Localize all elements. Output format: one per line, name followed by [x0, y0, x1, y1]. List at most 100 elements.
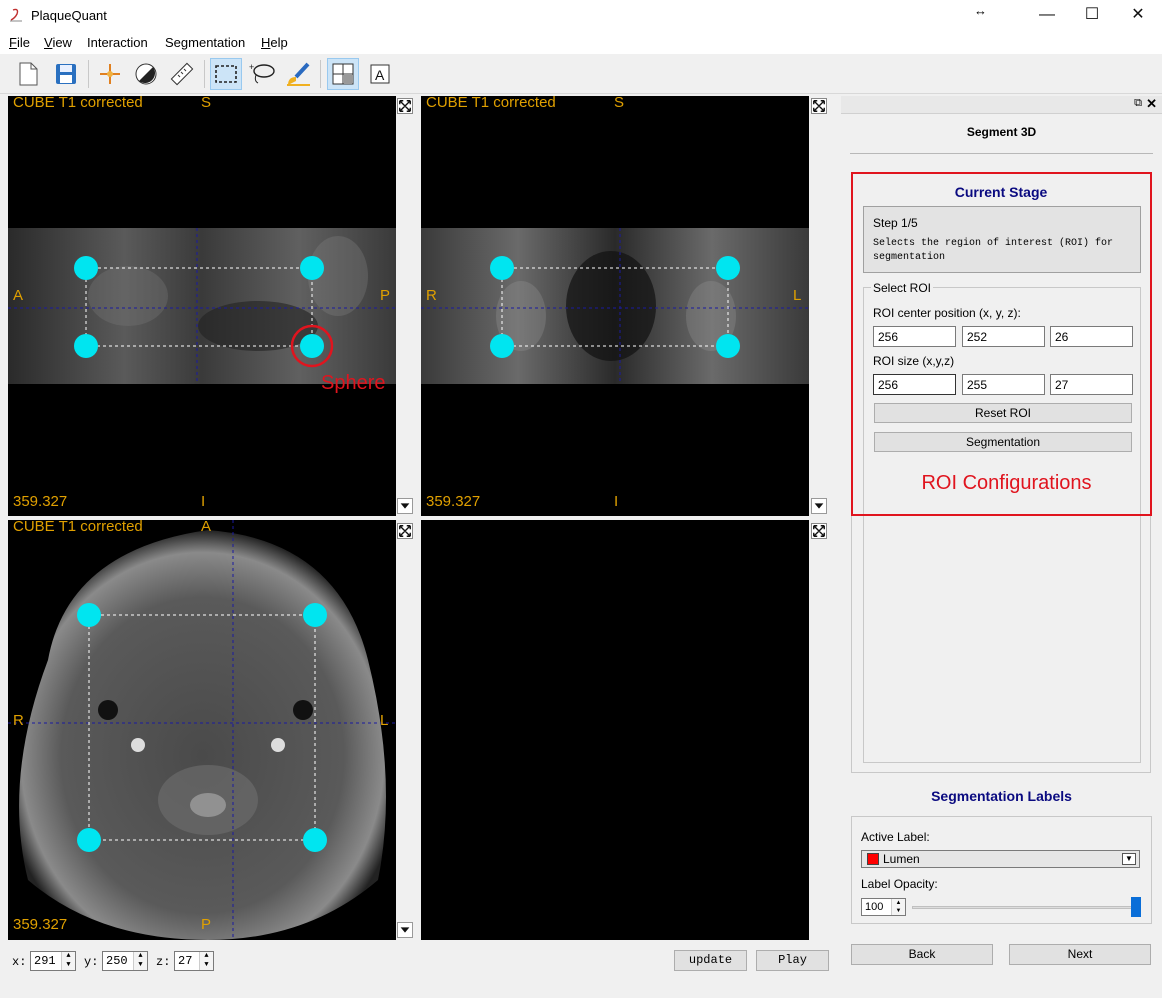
menu-view[interactable]: View [44, 35, 72, 50]
x-label: x: [12, 955, 27, 969]
back-button[interactable]: Back [851, 944, 993, 965]
panel-title: Segment 3D [966, 125, 1037, 139]
roi-handle[interactable] [77, 828, 101, 852]
float-panel-icon[interactable]: ⧉ [1134, 97, 1142, 110]
opacity-slider-handle[interactable] [1131, 897, 1141, 917]
chevron-down-icon[interactable] [811, 498, 827, 514]
z-value: 27 [178, 954, 193, 968]
segmentation-labels-heading: Segmentation Labels [931, 788, 1072, 804]
viewport-series-name: CUBE T1 corrected [13, 96, 143, 111]
toolbar: + A [0, 54, 1162, 94]
maximize-button[interactable]: ☐ [1069, 3, 1115, 29]
spin-arrows-icon[interactable]: ▲ ▼ [891, 899, 905, 915]
chevron-down-icon[interactable] [397, 498, 413, 514]
roi-handle[interactable] [300, 256, 324, 280]
label-color-swatch [867, 853, 879, 865]
contour-icon[interactable]: + [246, 58, 278, 90]
toolbar-separator [204, 60, 205, 88]
save-icon[interactable] [50, 58, 82, 90]
roi-handle[interactable] [716, 256, 740, 280]
y-value: 250 [106, 954, 128, 968]
navigation-icon[interactable] [94, 58, 126, 90]
active-label-select[interactable]: Lumen ▼ [861, 850, 1140, 868]
opacity-value: 100 [865, 901, 884, 913]
roi-handle[interactable] [74, 334, 98, 358]
axial-image [8, 520, 396, 940]
roi-handle[interactable] [300, 334, 324, 358]
spin-arrows-icon[interactable]: ▲ ▼ [61, 952, 75, 970]
roi-handle[interactable] [490, 334, 514, 358]
title-bar: PlaqueQuant ↔ — ☐ ✕ [0, 0, 1162, 32]
chevron-down-icon[interactable]: ▼ [1122, 853, 1136, 865]
orientation-bottom: I [614, 493, 619, 510]
window-value: 359.327 [426, 493, 481, 510]
label-opacity-caption: Label Opacity: [861, 877, 938, 891]
menu-interaction[interactable]: Interaction [87, 35, 148, 50]
roi-handle[interactable] [74, 256, 98, 280]
opacity-spinbox[interactable]: 100 ▲ ▼ [861, 898, 906, 916]
chevron-down-icon[interactable] [397, 922, 413, 938]
roi-configurations-annotation: ROI Configurations [921, 472, 1092, 494]
orientation-left: R [13, 712, 24, 729]
maximize-viewport-icon[interactable] [397, 523, 413, 539]
maximize-viewport-icon[interactable] [811, 98, 827, 114]
roi-rectangle-icon[interactable] [210, 58, 242, 90]
resize-icon[interactable]: ↔ [974, 3, 987, 18]
window-title: PlaqueQuant [31, 8, 107, 23]
next-button[interactable]: Next [1009, 944, 1151, 965]
orientation-right: L [793, 287, 802, 304]
roi-handle[interactable] [490, 256, 514, 280]
menu-help[interactable]: Help [261, 35, 288, 50]
brush-icon[interactable] [282, 58, 314, 90]
y-spinbox[interactable]: 250 ▲ ▼ [102, 951, 148, 971]
annotation-icon[interactable]: A [364, 58, 396, 90]
roi-configurations-annotation-box [851, 172, 1152, 516]
y-label: y: [84, 955, 99, 969]
coronal-image [421, 228, 809, 384]
menu-file[interactable]: File [9, 35, 30, 50]
spin-arrows-icon[interactable]: ▲ ▼ [133, 952, 147, 970]
roi-handle[interactable] [716, 334, 740, 358]
update-button[interactable]: update [674, 950, 747, 971]
z-spinbox[interactable]: 27 ▲ ▼ [174, 951, 214, 971]
layout-icon[interactable] [327, 58, 359, 90]
orientation-left: A [13, 287, 24, 304]
window-value: 359.327 [13, 493, 68, 510]
menu-help-label: elp [270, 35, 288, 50]
close-panel-icon[interactable]: ✕ [1146, 96, 1157, 112]
app-logo-icon [10, 8, 22, 22]
roi-handle[interactable] [303, 603, 327, 627]
contrast-icon[interactable] [130, 58, 162, 90]
roi-handle[interactable] [303, 828, 327, 852]
opacity-slider-track[interactable] [912, 906, 1136, 909]
maximize-viewport-icon[interactable] [811, 523, 827, 539]
coronal-viewport[interactable]: CUBE T1 corrected S R L 359.327 I [421, 96, 809, 516]
menu-segmentation[interactable]: Segmentation [165, 35, 245, 50]
spin-arrows-icon[interactable]: ▲ ▼ [199, 952, 213, 970]
sagittal-viewport[interactable]: CUBE T1 corrected S A P 359.327 I Sphere [8, 96, 396, 516]
ruler-icon[interactable] [166, 58, 198, 90]
maximize-viewport-icon[interactable] [397, 98, 413, 114]
3d-viewport[interactable] [421, 520, 809, 940]
menu-file-label: ile [16, 35, 30, 50]
new-file-icon[interactable] [12, 58, 44, 90]
toolbar-separator [88, 60, 89, 88]
menu-help-mnemonic: H [261, 35, 271, 50]
orientation-right: P [380, 287, 391, 304]
svg-text:A: A [375, 67, 385, 83]
panel-header: ⧉ ✕ [841, 96, 1162, 114]
orientation-bottom: I [201, 493, 206, 510]
play-button[interactable]: Play [756, 950, 829, 971]
axial-viewport[interactable]: CUBE T1 corrected A R L 359.327 P [8, 520, 396, 940]
orientation-right: L [380, 712, 389, 729]
segment-3d-panel: ⧉ ✕ Segment 3D Current Stage Step 1/5 Se… [841, 94, 1162, 998]
active-label-caption: Active Label: [861, 830, 930, 844]
orientation-left: R [426, 287, 437, 304]
toolbar-separator [320, 60, 321, 88]
x-spinbox[interactable]: 291 ▲ ▼ [30, 951, 76, 971]
close-button[interactable]: ✕ [1115, 3, 1161, 29]
menu-view-label: iew [52, 35, 72, 50]
roi-handle[interactable] [77, 603, 101, 627]
viewport-series-name: CUBE T1 corrected [426, 96, 556, 111]
minimize-button[interactable]: — [1024, 3, 1070, 29]
